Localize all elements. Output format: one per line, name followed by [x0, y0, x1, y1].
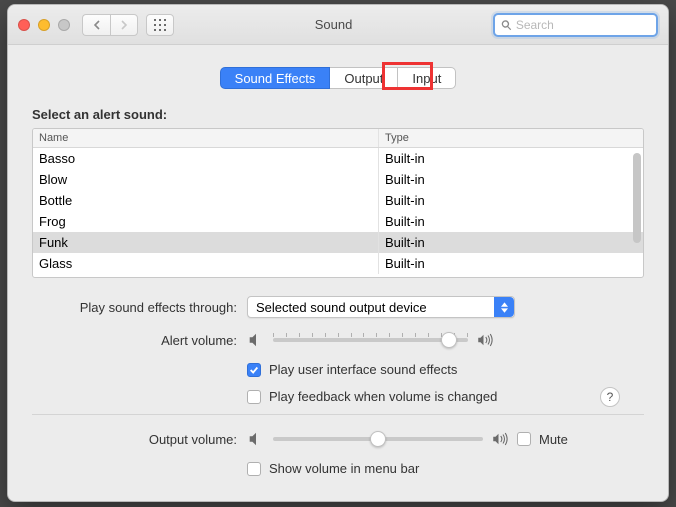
speaker-max-icon [476, 331, 494, 349]
cell-type: Built-in [379, 253, 643, 274]
form-section: Play sound effects through: Selected sou… [32, 296, 644, 476]
alert-sounds-table: Name Type BassoBuilt-inBlowBuilt-inBottl… [32, 128, 644, 278]
table-row[interactable]: FrogBuilt-in [33, 211, 643, 232]
section-heading: Select an alert sound: [32, 107, 644, 122]
search-icon [501, 19, 512, 31]
select-arrows-icon [494, 297, 514, 317]
mute-checkbox[interactable] [517, 432, 531, 446]
sound-preferences-window: Sound Sound Effects Output Input Select … [7, 4, 669, 502]
play-feedback-label: Play feedback when volume is changed [269, 389, 497, 404]
nav-buttons [82, 14, 138, 36]
table-row[interactable]: BlowBuilt-in [33, 169, 643, 190]
speaker-max-icon [491, 430, 509, 448]
table-header: Name Type [33, 129, 643, 148]
window-controls [18, 19, 70, 31]
column-header-type[interactable]: Type [379, 129, 643, 147]
output-volume-label: Output volume: [32, 432, 247, 447]
titlebar: Sound [8, 5, 668, 45]
cell-type: Built-in [379, 148, 643, 169]
tab-bar: Sound Effects Output Input [32, 67, 644, 89]
search-input[interactable] [516, 18, 650, 32]
output-volume-thumb[interactable] [370, 431, 386, 447]
play-feedback-checkbox[interactable] [247, 390, 261, 404]
table-scrollbar[interactable] [633, 153, 641, 243]
play-through-label: Play sound effects through: [32, 300, 247, 315]
output-volume-slider[interactable] [273, 429, 483, 449]
tab-sound-effects[interactable]: Sound Effects [220, 67, 331, 89]
cell-name: Glass [33, 253, 379, 274]
menubar-checkbox[interactable] [247, 462, 261, 476]
table-body[interactable]: BassoBuilt-inBlowBuilt-inBottleBuilt-inF… [33, 148, 643, 276]
table-row[interactable]: BottleBuilt-in [33, 190, 643, 211]
speaker-min-icon [247, 430, 265, 448]
search-field-container[interactable] [493, 13, 658, 37]
cell-type: Built-in [379, 211, 643, 232]
table-row[interactable]: GlassBuilt-in [33, 253, 643, 274]
help-button[interactable]: ? [600, 387, 620, 407]
cell-name: Funk [33, 232, 379, 253]
table-row[interactable]: BassoBuilt-in [33, 148, 643, 169]
cell-type: Built-in [379, 190, 643, 211]
forward-button[interactable] [110, 14, 138, 36]
cell-name: Bottle [33, 190, 379, 211]
mute-label: Mute [539, 432, 568, 447]
close-window-button[interactable] [18, 19, 30, 31]
show-all-button[interactable] [146, 14, 174, 36]
cell-name: Basso [33, 148, 379, 169]
window-title: Sound [174, 17, 493, 32]
table-row[interactable]: FunkBuilt-in [33, 232, 643, 253]
cell-type: Built-in [379, 232, 643, 253]
alert-volume-slider[interactable] [273, 330, 468, 350]
column-header-name[interactable]: Name [33, 129, 379, 147]
play-ui-fx-label: Play user interface sound effects [269, 362, 457, 377]
play-ui-fx-checkbox[interactable] [247, 363, 261, 377]
speaker-min-icon [247, 331, 265, 349]
tab-input[interactable]: Input [398, 67, 456, 89]
cell-name: Blow [33, 169, 379, 190]
tab-output[interactable]: Output [330, 67, 398, 89]
cell-name: Frog [33, 211, 379, 232]
zoom-window-button [58, 19, 70, 31]
back-button[interactable] [82, 14, 110, 36]
alert-volume-label: Alert volume: [32, 333, 247, 348]
menubar-label: Show volume in menu bar [269, 461, 419, 476]
play-through-select[interactable]: Selected sound output device [247, 296, 515, 318]
divider [32, 414, 644, 415]
minimize-window-button[interactable] [38, 19, 50, 31]
play-through-value: Selected sound output device [256, 300, 427, 315]
content-area: Sound Effects Output Input Select an ale… [8, 45, 668, 500]
alert-volume-thumb[interactable] [441, 332, 457, 348]
cell-type: Built-in [379, 169, 643, 190]
